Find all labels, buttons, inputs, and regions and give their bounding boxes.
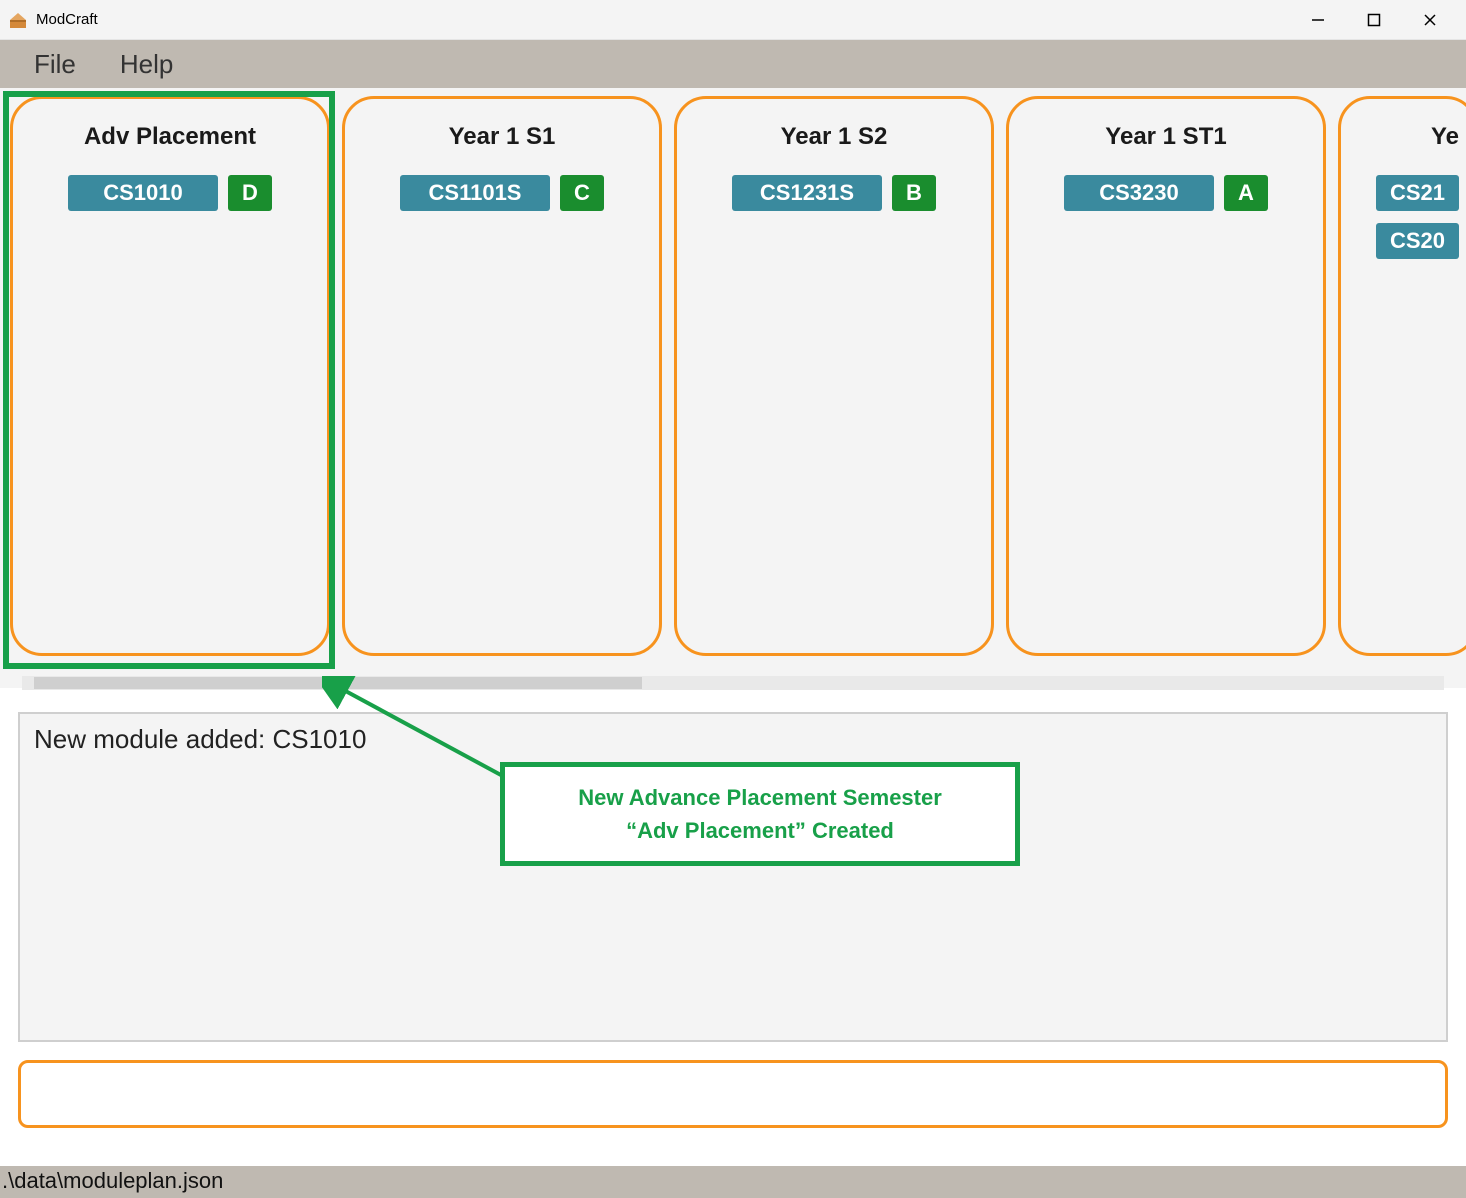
semester-card[interactable]: Year 1 S2 CS1231S B	[674, 96, 994, 656]
semester-card[interactable]: Adv Placement CS1010 D	[10, 96, 330, 656]
grade-chip[interactable]: B	[892, 175, 936, 211]
module-chip[interactable]: CS21	[1376, 175, 1459, 211]
status-path: .\data\moduleplan.json	[2, 1168, 223, 1194]
maximize-button[interactable]	[1346, 0, 1402, 40]
semester-title: Ye	[1357, 123, 1459, 151]
horizontal-scrollbar[interactable]	[22, 676, 1444, 690]
semester-card[interactable]: Year 1 ST1 CS3230 A	[1006, 96, 1326, 656]
module-chip[interactable]: CS1101S	[400, 175, 550, 211]
semester-title: Adv Placement	[29, 123, 311, 151]
module-row: CS1010 D	[29, 175, 311, 211]
module-row: CS21	[1357, 175, 1459, 211]
menubar: File Help	[0, 40, 1466, 88]
grade-chip[interactable]: C	[560, 175, 604, 211]
minimize-button[interactable]	[1290, 0, 1346, 40]
module-chip[interactable]: CS3230	[1064, 175, 1214, 211]
titlebar: ModCraft	[0, 0, 1466, 40]
scrollbar-thumb[interactable]	[34, 677, 642, 689]
module-row: CS3230 A	[1025, 175, 1307, 211]
semester-card[interactable]: Ye CS21 CS20	[1338, 96, 1466, 656]
module-row: CS20	[1357, 223, 1459, 259]
app-title: ModCraft	[36, 11, 98, 28]
menu-file[interactable]: File	[12, 45, 98, 84]
window-controls	[1290, 0, 1458, 40]
grade-chip[interactable]: D	[228, 175, 272, 211]
semester-card[interactable]: Year 1 S1 CS1101S C	[342, 96, 662, 656]
close-button[interactable]	[1402, 0, 1458, 40]
module-chip[interactable]: CS20	[1376, 223, 1459, 259]
menu-help[interactable]: Help	[98, 45, 195, 84]
annotation-line2: “Adv Placement” Created	[521, 814, 999, 847]
annotation-line1: New Advance Placement Semester	[521, 781, 999, 814]
semester-title: Year 1 S2	[693, 123, 975, 151]
command-input-wrap	[18, 1060, 1448, 1128]
module-chip[interactable]: CS1231S	[732, 175, 882, 211]
module-chip[interactable]: CS1010	[68, 175, 218, 211]
module-row: CS1101S C	[361, 175, 643, 211]
semester-scroll-area: Adv Placement CS1010 D Year 1 S1 CS1101S…	[0, 88, 1466, 688]
app-icon	[8, 10, 28, 30]
output-message: New module added: CS1010	[34, 724, 1432, 755]
semester-title: Year 1 ST1	[1025, 123, 1307, 151]
semester-title: Year 1 S1	[361, 123, 643, 151]
statusbar: .\data\moduleplan.json	[0, 1166, 1466, 1198]
grade-chip[interactable]: A	[1224, 175, 1268, 211]
module-row: CS1231S B	[693, 175, 975, 211]
annotation-callout: New Advance Placement Semester “Adv Plac…	[500, 762, 1020, 866]
command-input[interactable]	[18, 1060, 1448, 1128]
